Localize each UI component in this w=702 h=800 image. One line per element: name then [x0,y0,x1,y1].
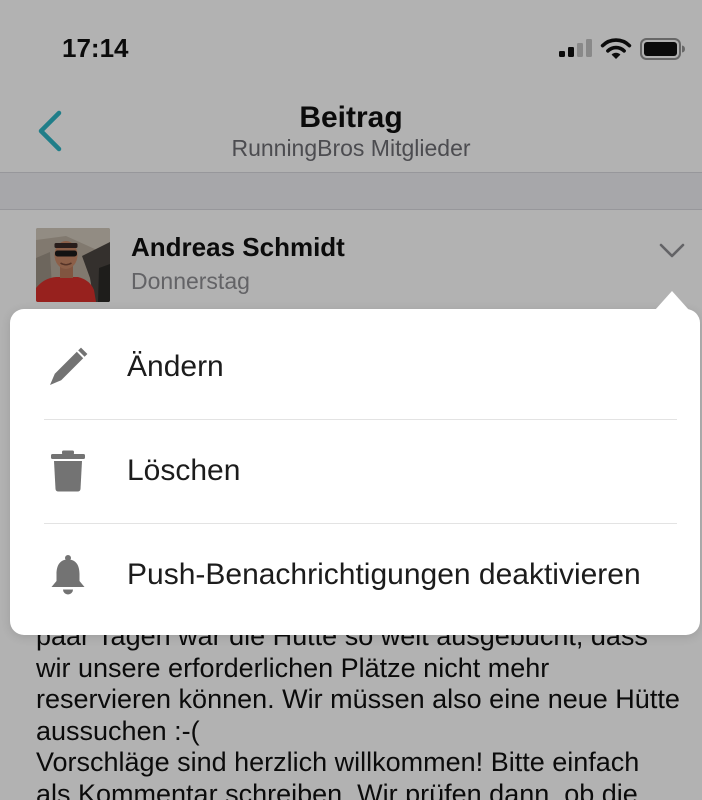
menu-list: Ändern Löschen Push-Benachrichtigungen d… [10,315,700,627]
bell-icon[interactable] [47,554,89,596]
menu-item-label[interactable]: Push-Benachrichtigungen deaktivieren [127,558,641,592]
menu-item-label[interactable]: Ändern [127,350,224,384]
menu-divider [44,419,677,420]
menu-item-delete[interactable]: Löschen [10,419,700,523]
post-options-popover: Ändern Löschen Push-Benachrichtigungen d… [10,291,700,635]
menu-item-label[interactable]: Löschen [127,454,240,488]
popover-menu: Ändern Löschen Push-Benachrichtigungen d… [10,309,700,635]
pencil-icon[interactable] [47,346,89,388]
menu-divider [44,523,677,524]
menu-item-edit[interactable]: Ändern [10,315,700,419]
popover-pointer [655,291,689,310]
trash-icon[interactable] [50,450,86,492]
menu-item-mute-notifications[interactable]: Push-Benachrichtigungen deaktivieren [10,523,700,627]
